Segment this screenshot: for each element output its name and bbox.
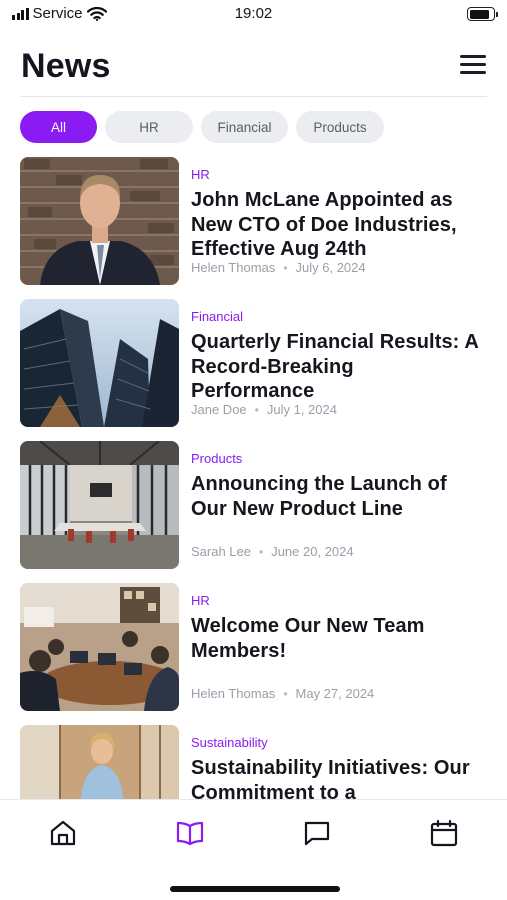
news-thumbnail-office <box>20 441 179 569</box>
home-indicator <box>170 886 340 892</box>
news-date: July 1, 2024 <box>266 402 337 417</box>
tab-home[interactable] <box>48 818 78 848</box>
news-author: Helen Thomas <box>191 260 276 275</box>
news-meta: Helen Thomas • July 6, 2024 <box>191 260 366 275</box>
news-meta: Jane Doe • July 1, 2024 <box>191 402 337 417</box>
filter-chip-products[interactable]: Products <box>296 111 384 143</box>
news-category: HR <box>191 167 210 182</box>
calendar-icon <box>430 819 458 847</box>
news-content: Products Announcing the Launch of Our Ne… <box>191 451 481 521</box>
category-filters: All HR Financial Products <box>20 111 384 143</box>
home-icon <box>50 820 76 846</box>
news-headline[interactable]: Announcing the Launch of Our New Product… <box>191 472 481 521</box>
filter-chip-financial[interactable]: Financial <box>201 111 288 143</box>
separator-dot: • <box>283 686 288 701</box>
book-open-icon <box>176 821 204 846</box>
news-thumbnail-portrait <box>20 157 179 285</box>
news-category: HR <box>191 593 210 608</box>
header-divider <box>20 96 487 97</box>
news-category: Sustainability <box>191 735 268 750</box>
news-date: July 6, 2024 <box>295 260 366 275</box>
bottom-tab-bar <box>0 799 507 900</box>
news-content: Financial Quarterly Financial Results: A… <box>191 309 481 404</box>
separator-dot: • <box>254 402 259 417</box>
news-meta: Helen Thomas • May 27, 2024 <box>191 686 374 701</box>
news-author: Jane Doe <box>191 402 247 417</box>
separator-dot: • <box>283 260 288 275</box>
news-content: HR Welcome Our New Team Members! <box>191 593 481 663</box>
news-thumbnail-meeting <box>20 583 179 711</box>
news-item[interactable]: HR John McLane Appointed as New CTO of D… <box>20 157 487 285</box>
news-date: June 20, 2024 <box>271 544 354 559</box>
news-list: HR John McLane Appointed as New CTO of D… <box>20 157 487 799</box>
news-item[interactable]: HR Welcome Our New Team Members! Helen T… <box>20 583 487 711</box>
news-content: Sustainability Sustainability Initiative… <box>191 735 481 799</box>
news-headline[interactable]: John McLane Appointed as New CTO of Doe … <box>191 188 481 262</box>
hamburger-menu-icon[interactable] <box>460 54 486 74</box>
news-meta: Sarah Lee • June 20, 2024 <box>191 544 354 559</box>
separator-dot: • <box>259 544 264 559</box>
news-category: Financial <box>191 309 244 324</box>
news-content: HR John McLane Appointed as New CTO of D… <box>191 167 481 262</box>
news-thumbnail-woman-office <box>20 725 179 799</box>
news-item[interactable]: Products Announcing the Launch of Our Ne… <box>20 441 487 569</box>
news-author: Helen Thomas <box>191 686 276 701</box>
news-item[interactable]: Financial Quarterly Financial Results: A… <box>20 299 487 427</box>
filter-chip-hr[interactable]: HR <box>105 111 193 143</box>
news-thumbnail-skyscrapers <box>20 299 179 427</box>
tab-news[interactable] <box>175 818 205 848</box>
news-date: May 27, 2024 <box>295 686 375 701</box>
filter-chip-all[interactable]: All <box>20 111 97 143</box>
tab-messages[interactable] <box>302 818 332 848</box>
battery-icon <box>467 7 498 21</box>
news-headline[interactable]: Welcome Our New Team Members! <box>191 614 481 663</box>
news-item[interactable]: Sustainability Sustainability Initiative… <box>20 725 487 799</box>
tab-calendar[interactable] <box>429 818 459 848</box>
news-category: Products <box>191 451 243 466</box>
news-headline[interactable]: Quarterly Financial Results: A Record-Br… <box>191 330 481 404</box>
chat-bubble-icon <box>304 821 330 846</box>
status-time: 19:02 <box>234 5 273 22</box>
news-author: Sarah Lee <box>191 544 251 559</box>
page-title: News <box>21 47 111 85</box>
status-bar: Service 19:02 <box>0 0 507 28</box>
header: News <box>21 44 486 88</box>
news-headline[interactable]: Sustainability Initiatives: Our Commitme… <box>191 756 481 799</box>
